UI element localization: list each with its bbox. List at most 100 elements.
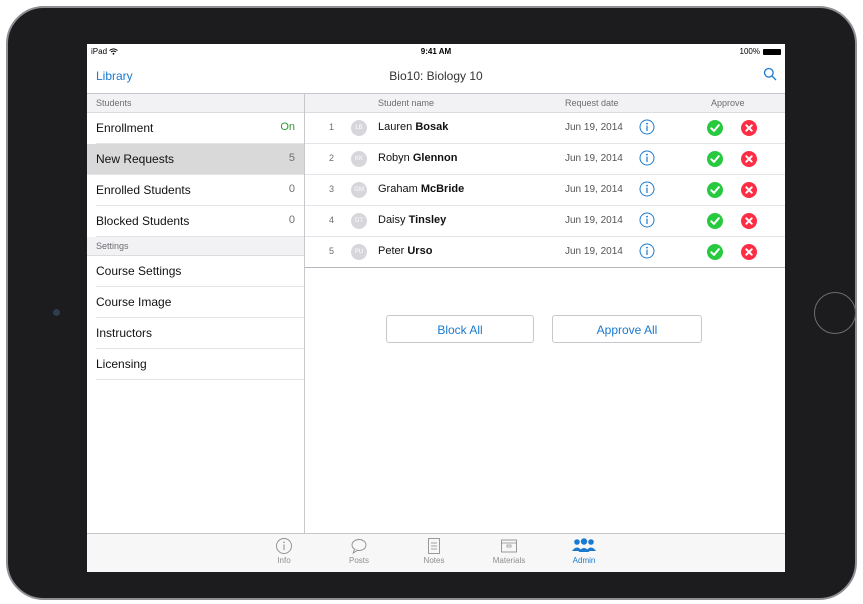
first-name: Robyn (378, 152, 410, 164)
column-header-name: Student name (378, 98, 435, 108)
tab-admin[interactable]: Admin (559, 537, 609, 565)
approve-icon[interactable] (707, 182, 723, 201)
approve-icon[interactable] (707, 151, 723, 170)
row-number: 5 (329, 246, 335, 256)
request-date: Jun 19, 2014 (565, 184, 623, 195)
tab-label: Admin (572, 556, 596, 565)
avatar: LB (351, 120, 367, 136)
section-header-settings: Settings (87, 237, 304, 256)
avatar: GM (351, 182, 367, 198)
sidebar-item-new-requests[interactable]: New Requests 5 (87, 144, 304, 175)
tab-label: Notes (423, 556, 445, 565)
battery-percent: 100% (739, 47, 760, 56)
sidebar-item-label: Licensing (96, 357, 147, 371)
document-icon (428, 538, 440, 554)
tab-label: Materials (492, 556, 526, 565)
sidebar-item-enrollment[interactable]: Enrollment On (96, 113, 304, 144)
approve-icon[interactable] (707, 244, 723, 263)
avatar: PU (351, 244, 367, 260)
request-date: Jun 19, 2014 (565, 215, 623, 226)
sidebar-item-label: Course Image (96, 295, 172, 309)
sidebar-item-label: New Requests (96, 152, 175, 166)
sidebar-item-label: Instructors (96, 326, 153, 340)
page-title: Bio10: Biology 10 (389, 69, 483, 83)
sidebar-item-course-settings[interactable]: Course Settings (96, 256, 304, 287)
sidebar-item-course-image[interactable]: Course Image (96, 287, 304, 318)
enrolled-count: 0 (288, 183, 295, 195)
sidebar: Students Enrollment On New Requests 5 En… (87, 94, 305, 534)
tab-posts[interactable]: Posts (334, 537, 384, 565)
search-icon[interactable] (763, 67, 777, 86)
approve-icon[interactable] (707, 213, 723, 232)
sidebar-item-label: Enrolled Students (96, 183, 191, 197)
enrollment-status: On (280, 121, 295, 133)
sidebar-item-licensing[interactable]: Licensing (96, 349, 304, 380)
requests-panel: Student name Request date Approve 1 LB L… (305, 94, 785, 534)
info-icon[interactable] (639, 243, 655, 262)
blocked-count: 0 (288, 214, 295, 226)
student-name: Lauren Bosak (378, 121, 448, 133)
first-name: Daisy (378, 214, 406, 226)
speech-bubble-icon (351, 539, 367, 555)
row-number: 1 (329, 122, 335, 132)
sidebar-item-enrolled-students[interactable]: Enrolled Students 0 (96, 175, 304, 206)
navigation-bar: Library Bio10: Biology 10 (87, 60, 785, 94)
box-icon (501, 539, 517, 553)
first-name: Peter (378, 245, 405, 257)
last-name: Glennon (412, 152, 458, 164)
last-name: Tinsley (408, 214, 447, 226)
first-name: Lauren (378, 121, 413, 133)
tab-label: Posts (348, 556, 369, 565)
home-button[interactable] (814, 292, 856, 334)
tab-bar: Info Posts Notes Materials Admin (87, 533, 785, 572)
new-requests-count: 5 (288, 152, 295, 164)
reject-icon[interactable] (741, 213, 757, 232)
people-icon (572, 538, 596, 552)
last-name: Bosak (415, 121, 449, 133)
section-header-students: Students (87, 94, 304, 113)
status-bar: iPad 9:41 AM 100% (87, 44, 785, 60)
sidebar-item-label: Enrollment (96, 121, 154, 135)
sidebar-item-blocked-students[interactable]: Blocked Students 0 (96, 206, 304, 237)
table-header: Student name Request date Approve (305, 94, 785, 113)
info-icon[interactable] (639, 181, 655, 200)
table-row: 5 PU Peter Urso Jun 19, 2014 (305, 237, 785, 268)
row-number: 2 (329, 153, 335, 163)
request-date: Jun 19, 2014 (565, 153, 623, 164)
student-name: Daisy Tinsley (378, 214, 446, 226)
row-number: 4 (329, 215, 335, 225)
reject-icon[interactable] (741, 151, 757, 170)
student-name: Robyn Glennon (378, 152, 457, 164)
tab-notes[interactable]: Notes (409, 537, 459, 565)
screen: iPad 9:41 AM 100% Library Bio10: Biology… (87, 44, 785, 572)
tab-info[interactable]: Info (259, 537, 309, 565)
info-icon (276, 538, 292, 554)
last-name: McBride (420, 183, 465, 195)
column-header-approve: Approve (711, 98, 745, 108)
info-icon[interactable] (639, 212, 655, 231)
approve-all-button[interactable]: Approve All (552, 315, 702, 343)
table-row: 3 GM Graham McBride Jun 19, 2014 (305, 175, 785, 206)
info-icon[interactable] (639, 150, 655, 169)
first-name: Graham (378, 183, 418, 195)
status-time: 9:41 AM (420, 47, 452, 56)
reject-icon[interactable] (741, 244, 757, 263)
tab-materials[interactable]: Materials (484, 537, 534, 565)
reject-icon[interactable] (741, 182, 757, 201)
table-row: 1 LB Lauren Bosak Jun 19, 2014 (305, 113, 785, 144)
sidebar-item-label: Blocked Students (96, 214, 190, 228)
request-date: Jun 19, 2014 (565, 246, 623, 257)
request-date: Jun 19, 2014 (565, 122, 623, 133)
approve-icon[interactable] (707, 120, 723, 139)
battery-icon (763, 48, 781, 55)
reject-icon[interactable] (741, 120, 757, 139)
info-icon[interactable] (639, 119, 655, 138)
sidebar-item-instructors[interactable]: Instructors (96, 318, 304, 349)
camera (53, 309, 60, 316)
block-all-button[interactable]: Block All (386, 315, 534, 343)
avatar: DT (351, 213, 367, 229)
table-row: 2 KK Robyn Glennon Jun 19, 2014 (305, 144, 785, 175)
tab-label: Info (277, 556, 291, 565)
sidebar-item-label: Course Settings (96, 264, 182, 278)
status-battery: 100% (740, 47, 781, 56)
